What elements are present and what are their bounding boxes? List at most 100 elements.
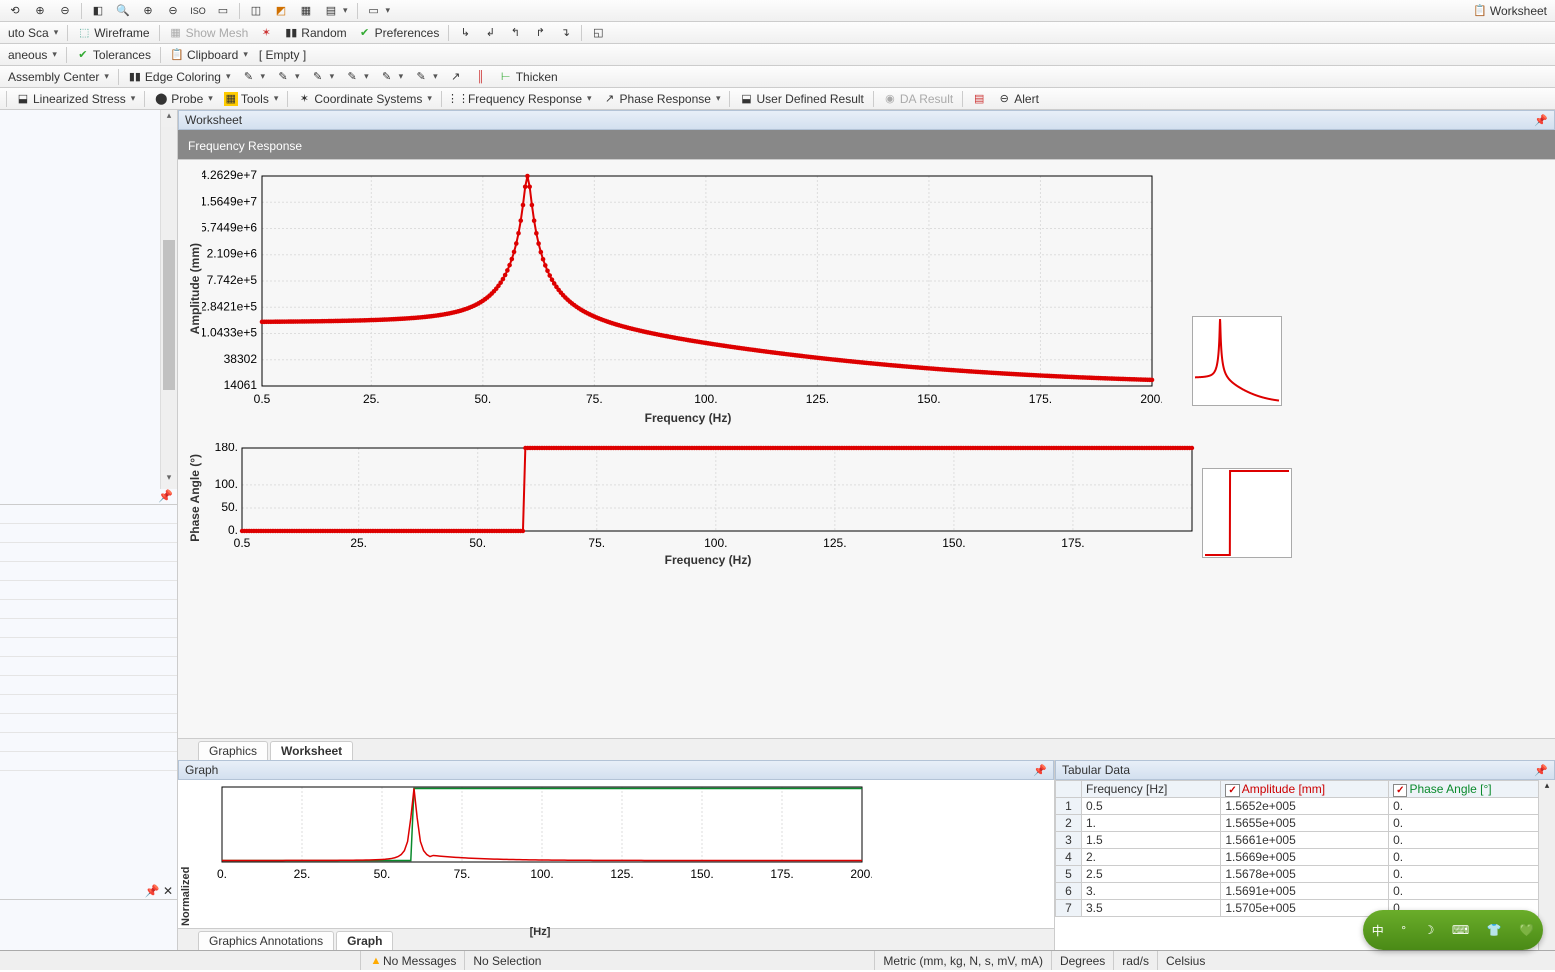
svg-text:150.: 150. (690, 867, 713, 881)
cell-freq[interactable]: 2.5 (1082, 866, 1221, 883)
cell-phase[interactable]: 0. (1389, 832, 1555, 849)
col-phase[interactable]: Phase Angle [°] (1389, 781, 1555, 798)
pen-icon-4[interactable]: ✎ (341, 69, 373, 85)
clipboard-dropdown[interactable]: 📋Clipboard (166, 47, 252, 63)
pin-icon-ws[interactable]: 📌 (1534, 114, 1548, 127)
cell-amp[interactable]: 1.5652e+005 (1221, 798, 1389, 815)
coord-icon-1[interactable]: ↳ (454, 25, 476, 41)
assembly-center-dropdown[interactable]: Assembly Center (4, 69, 113, 85)
worksheet-button-top[interactable]: 📋Worksheet (1469, 3, 1551, 19)
normalized-ylabel: Normalized (180, 782, 192, 926)
box-icon[interactable]: ◫ (245, 3, 267, 19)
tab-worksheet[interactable]: Worksheet (270, 741, 353, 760)
select-icon[interactable]: ▭ (212, 3, 234, 19)
col-amplitude[interactable]: Amplitude [mm] (1221, 781, 1389, 798)
preferences-button[interactable]: ✔Preferences (354, 25, 444, 41)
coord-icon-2[interactable]: ↲ (479, 25, 501, 41)
coord-icon-4[interactable]: ↱ (529, 25, 551, 41)
thicken-button[interactable]: ⊢Thicken (495, 69, 562, 85)
view-icon[interactable]: ◧ (87, 3, 109, 19)
table-row-num: 2 (1056, 815, 1082, 832)
alert-icon[interactable]: ▤ (968, 91, 990, 107)
cell-amp[interactable]: 1.5669e+005 (1221, 849, 1389, 866)
close-icon[interactable]: ✕ (163, 884, 173, 898)
ruler-icon[interactable]: ║ (470, 69, 492, 85)
freq-response-dropdown[interactable]: ⋮⋮Frequency Response (447, 91, 596, 107)
pen-icon-2[interactable]: ✎ (272, 69, 304, 85)
pen-icon-6[interactable]: ✎ (410, 69, 442, 85)
probe-dropdown[interactable]: ⬤Probe (150, 91, 217, 107)
cell-amp[interactable]: 1.5661e+005 (1221, 832, 1389, 849)
cell-amp[interactable]: 1.5691e+005 (1221, 883, 1389, 900)
cell-freq[interactable]: 1. (1082, 815, 1221, 832)
zoomfit-icon[interactable]: 🔍 (112, 3, 134, 19)
da-result-button: ◉DA Result (879, 91, 957, 107)
pin-icon-2[interactable]: 📌 (145, 884, 160, 898)
coord-icon-3[interactable]: ↰ (504, 25, 526, 41)
coord-systems-dropdown[interactable]: ✶Coordinate Systems (293, 91, 436, 107)
pen-icon-5[interactable]: ✎ (376, 69, 408, 85)
palette-icon[interactable]: ◩ (270, 3, 292, 19)
phase-minimap[interactable] (1202, 468, 1292, 558)
random-button[interactable]: ▮▮Random (280, 25, 350, 41)
zoom-icon-2[interactable]: ⊕ (137, 3, 159, 19)
tools-dropdown[interactable]: ▦Tools (220, 91, 283, 107)
aneous-dropdown[interactable]: aneous (4, 47, 61, 63)
scroll-thumb[interactable] (163, 240, 175, 390)
zoom-icon-3[interactable]: ⊖ (162, 3, 184, 19)
iso-icon[interactable]: ISO (187, 3, 209, 19)
cell-freq[interactable]: 1.5 (1082, 832, 1221, 849)
cube-icon[interactable]: ◱ (587, 25, 609, 41)
scroll-down-icon[interactable]: ▾ (161, 472, 177, 489)
pen-icon-3[interactable]: ✎ (307, 69, 339, 85)
normalized-chart[interactable]: 0.25.50.75.100.125.150.175.200. (192, 782, 872, 882)
user-defined-result-button[interactable]: ⬓User Defined Result (735, 91, 867, 107)
svg-text:1.5649e+7: 1.5649e+7 (202, 194, 257, 208)
scrollbar[interactable]: ▴ ▾ (160, 110, 177, 489)
svg-text:125.: 125. (610, 867, 633, 881)
cell-freq[interactable]: 3. (1082, 883, 1221, 900)
linearized-stress-dropdown[interactable]: ⬓Linearized Stress (12, 91, 139, 107)
render-dropdown[interactable]: ▤ (320, 3, 352, 19)
cell-freq[interactable]: 3.5 (1082, 900, 1221, 917)
pen-icon-1[interactable]: ✎ (238, 69, 270, 85)
pin-icon-tab[interactable]: 📌 (1534, 764, 1548, 777)
coord-icon-5[interactable]: ↴ (554, 25, 576, 41)
tab-graphics[interactable]: Graphics (198, 741, 268, 760)
svg-text:2.8421e+5: 2.8421e+5 (202, 299, 257, 313)
alert-button[interactable]: ⊖Alert (993, 91, 1043, 107)
svg-text:150.: 150. (917, 392, 940, 406)
cell-amp[interactable]: 1.5655e+005 (1221, 815, 1389, 832)
triad-icon[interactable]: ✶ (255, 25, 277, 41)
amplitude-minimap[interactable] (1192, 316, 1282, 406)
ime-floating-badge[interactable]: 中°☽ ⌨👕💚 (1363, 910, 1543, 950)
col-frequency[interactable]: Frequency [Hz] (1082, 781, 1221, 798)
cell-freq[interactable]: 0.5 (1082, 798, 1221, 815)
cell-freq[interactable]: 2. (1082, 849, 1221, 866)
window-dropdown[interactable]: ▭ (363, 3, 395, 19)
edge-coloring-dropdown[interactable]: ▮▮Edge Coloring (124, 69, 235, 85)
phase-chart[interactable]: 0.525.50.75.100.125.150.175.0.50.100.180… (202, 443, 1202, 553)
cell-phase[interactable]: 0. (1389, 866, 1555, 883)
toolbar-row-2: uto Sca ⬚Wireframe ▦Show Mesh ✶ ▮▮Random… (0, 22, 1555, 44)
pin-icon-graph[interactable]: 📌 (1033, 764, 1047, 777)
autoscale-button[interactable]: uto Sca (4, 25, 62, 41)
arrow-icon[interactable]: ↗ (445, 69, 467, 85)
zoom-out-icon[interactable]: ⊖ (54, 3, 76, 19)
zoom-in-icon[interactable]: ⊕ (29, 3, 51, 19)
tolerances-button[interactable]: ✔Tolerances (72, 47, 155, 63)
cell-phase[interactable]: 0. (1389, 815, 1555, 832)
wireframe-button[interactable]: ⬚Wireframe (73, 25, 153, 41)
svg-text:180.: 180. (215, 443, 238, 454)
phase-response-dropdown[interactable]: ↗Phase Response (599, 91, 725, 107)
refresh-icon[interactable]: ⟲ (4, 3, 26, 19)
pin-icon[interactable]: 📌 (158, 489, 173, 503)
cell-amp[interactable]: 1.5705e+005 (1221, 900, 1389, 917)
cell-amp[interactable]: 1.5678e+005 (1221, 866, 1389, 883)
box2-icon[interactable]: ▦ (295, 3, 317, 19)
cell-phase[interactable]: 0. (1389, 883, 1555, 900)
scroll-up-icon[interactable]: ▴ (161, 110, 177, 127)
cell-phase[interactable]: 0. (1389, 798, 1555, 815)
amplitude-chart[interactable]: 0.525.50.75.100.125.150.175.200.14061383… (202, 166, 1162, 411)
cell-phase[interactable]: 0. (1389, 849, 1555, 866)
